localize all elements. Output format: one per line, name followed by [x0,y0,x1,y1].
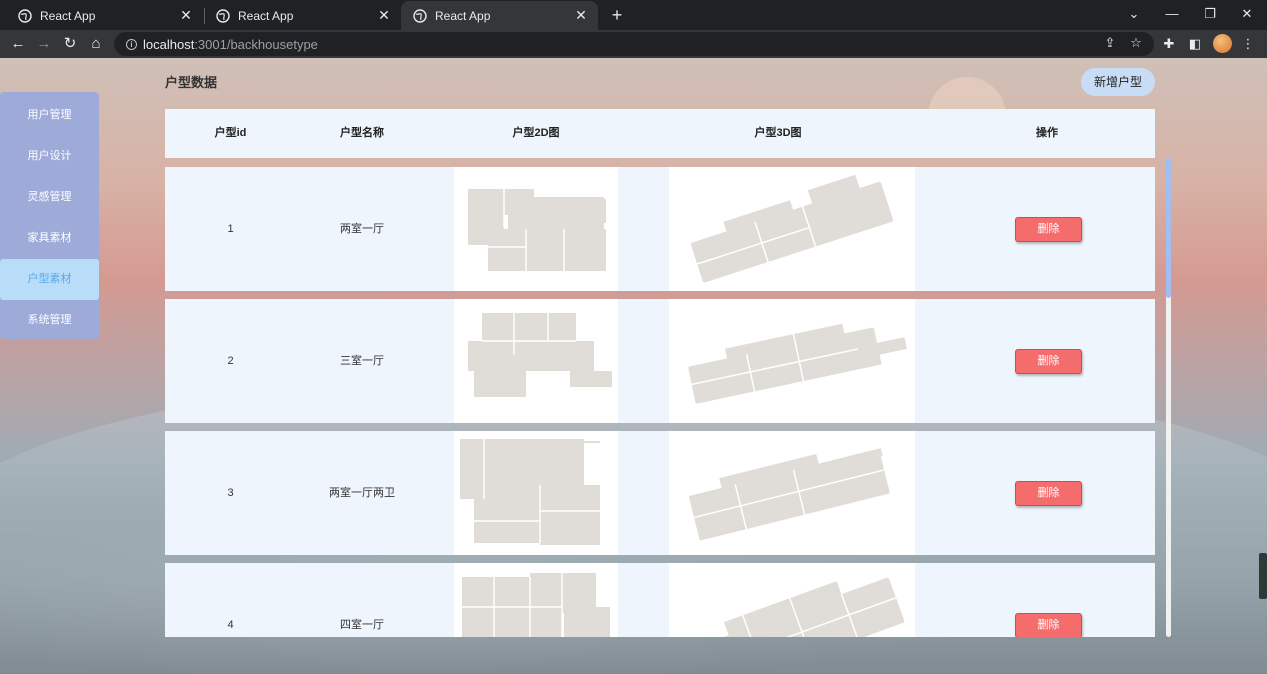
back-icon[interactable]: ← [6,32,30,56]
table-row: 2 三室一厅 删除 [165,299,1155,423]
globe-icon [216,8,230,23]
close-icon[interactable]: ✕ [570,7,592,24]
url-host: localhost [143,36,195,52]
cell-name: 两室一厅两卫 [329,487,395,499]
close-icon[interactable]: ✕ [373,7,395,24]
floorplan-2d-image [454,431,618,555]
bookmark-star-icon[interactable]: ☆ [1127,34,1145,52]
cell-name: 两室一厅 [340,223,384,235]
address-bar[interactable]: i localhost:3001/backhousetype [114,32,1154,56]
minimize-icon[interactable]: — [1154,0,1190,30]
browser-toolbar: ← → ↻ ⌂ i localhost:3001/backhousetype ⇪… [0,30,1267,58]
browser-tab-1[interactable]: React App ✕ [6,1,203,30]
extensions-icon[interactable]: ✚ [1158,33,1180,55]
floorplan-3d-image [669,299,915,423]
info-icon[interactable]: i [126,38,137,50]
add-house-type-button[interactable]: 新增户型 [1081,68,1155,96]
delete-button[interactable]: 删除 [1015,481,1082,506]
tab-title: React App [435,8,491,23]
window-close-icon[interactable]: ✕ [1229,0,1265,30]
table-header: 户型id 户型名称 户型2D图 户型3D图 操作 [165,109,1155,158]
browser-tab-3[interactable]: React App ✕ [401,1,598,30]
floorplan-2d-image [454,563,618,637]
side-panel-icon[interactable]: ◧ [1184,33,1206,55]
cell-id: 2 [227,355,234,367]
sidebar-item-furniture[interactable]: 家具素材 [0,218,99,259]
table-row: 3 两室一厅两卫 删除 [165,431,1155,555]
globe-icon [413,8,427,23]
column-header-id: 户型id [214,127,247,139]
profile-avatar[interactable] [1213,34,1232,53]
menu-kebab-icon[interactable]: ⋮ [1237,33,1259,55]
sidebar-item-house-type[interactable]: 户型素材 [0,259,99,300]
sidebar-item-user-design[interactable]: 用户设计 [0,136,99,177]
restore-icon[interactable]: ❐ [1192,0,1228,30]
cell-name: 四室一厅 [340,619,384,631]
scrollbar-thumb[interactable] [1166,158,1171,298]
tab-search-icon[interactable]: ⌄ [1116,0,1152,30]
new-tab-button[interactable]: + [605,3,629,27]
browser-tab-2[interactable]: React App ✕ [204,1,401,30]
cell-id: 1 [227,223,234,235]
browser-tabstrip: React App ✕ React App ✕ React App ✕ + ⌄ … [0,0,1267,30]
delete-button[interactable]: 删除 [1015,613,1082,637]
edge-handle-icon[interactable] [1259,553,1267,599]
sidebar-item-user-management[interactable]: 用户管理 [0,95,99,136]
column-header-2d: 户型2D图 [512,127,560,139]
tab-title: React App [238,8,294,23]
delete-button[interactable]: 删除 [1015,349,1082,374]
url-path: :3001/backhousetype [194,36,318,52]
table-row: 1 两室一厅 删除 [165,167,1155,291]
floorplan-3d-image [669,167,915,291]
reload-icon[interactable]: ↻ [58,32,82,56]
floorplan-2d-image [454,299,618,423]
cell-id: 3 [227,487,234,499]
column-header-actions: 操作 [1036,127,1058,139]
forward-icon[interactable]: → [32,32,56,56]
floorplan-3d-image [669,563,915,637]
close-icon[interactable]: ✕ [175,7,197,24]
column-header-3d: 户型3D图 [754,127,802,139]
cell-id: 4 [227,619,234,631]
table-body: 1 两室一厅 删除 2 三室一厅 删除 3 两室一厅两卫 删除 4 四室一厅 删… [165,158,1155,637]
page-title: 户型数据 [165,75,218,90]
sidebar-nav: 用户管理 用户设计 灵感管理 家具素材 户型素材 系统管理 [0,92,99,339]
home-icon[interactable]: ⌂ [84,32,108,56]
globe-icon [18,8,32,23]
sidebar-item-system[interactable]: 系统管理 [0,300,99,341]
page-background: 用户管理 用户设计 灵感管理 家具素材 户型素材 系统管理 户型数据 新增户型 … [0,58,1267,674]
table-scrollbar[interactable] [1166,158,1171,637]
column-header-name: 户型名称 [340,127,384,139]
tab-title: React App [40,8,96,23]
floorplan-3d-image [669,431,915,555]
floorplan-2d-image [454,167,618,291]
table-row: 4 四室一厅 删除 [165,563,1155,637]
delete-button[interactable]: 删除 [1015,217,1082,242]
share-icon[interactable]: ⇪ [1101,34,1119,52]
cell-name: 三室一厅 [340,355,384,367]
sidebar-item-inspiration[interactable]: 灵感管理 [0,177,99,218]
